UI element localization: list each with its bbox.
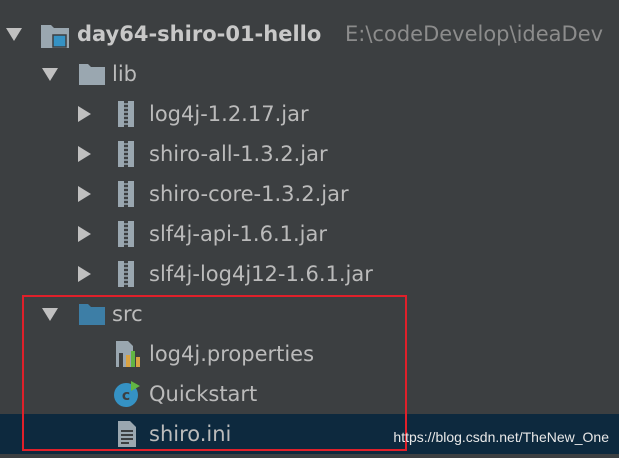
tree-row-project[interactable]: day64-shiro-01-hello E:\codeDevelop\idea… xyxy=(0,14,619,54)
collapse-arrow-icon[interactable] xyxy=(78,186,91,202)
project-tree: day64-shiro-01-hello E:\codeDevelop\idea… xyxy=(0,0,619,458)
tree-row-jar[interactable]: shiro-core-1.3.2.jar xyxy=(0,174,619,214)
tree-item-label: log4j.properties xyxy=(149,342,315,366)
jar-archive-icon xyxy=(117,260,135,292)
tree-row-folder-src[interactable]: src xyxy=(0,294,619,334)
svg-text:c: c xyxy=(122,388,130,404)
collapse-arrow-icon[interactable] xyxy=(78,226,91,242)
tree-item-label: src xyxy=(112,302,143,326)
tree-item-label: shiro-core-1.3.2.jar xyxy=(149,182,349,206)
source-folder-icon xyxy=(78,302,106,330)
expand-arrow-icon[interactable] xyxy=(42,308,58,321)
module-folder-icon xyxy=(40,21,70,53)
project-name: day64-shiro-01-hello xyxy=(77,22,322,46)
tree-row-jar[interactable]: shiro-all-1.3.2.jar xyxy=(0,134,619,174)
collapse-arrow-icon[interactable] xyxy=(78,106,91,122)
tree-row-folder-lib[interactable]: lib xyxy=(0,54,619,94)
tree-row-file[interactable]: log4j.properties xyxy=(0,334,619,374)
text-file-icon xyxy=(116,420,138,452)
tree-row-jar[interactable]: slf4j-log4j12-1.6.1.jar xyxy=(0,254,619,294)
tree-item-label: lib xyxy=(112,62,137,86)
jar-archive-icon xyxy=(117,180,135,212)
tree-item-label: shiro-all-1.3.2.jar xyxy=(149,142,328,166)
tree-row-jar[interactable]: log4j-1.2.17.jar xyxy=(0,94,619,134)
tree-item-label: slf4j-log4j12-1.6.1.jar xyxy=(149,262,373,286)
tree-item-label: shiro.ini xyxy=(149,422,232,446)
jar-archive-icon xyxy=(117,220,135,252)
jar-archive-icon xyxy=(117,100,135,132)
collapse-arrow-icon[interactable] xyxy=(78,146,91,162)
java-class-icon: c xyxy=(112,379,142,413)
tree-item-label: Quickstart xyxy=(149,382,258,406)
expand-arrow-icon[interactable] xyxy=(42,68,58,81)
expand-arrow-icon[interactable] xyxy=(6,28,22,41)
project-path: E:\codeDevelop\ideaDev xyxy=(345,22,604,46)
folder-icon xyxy=(78,62,106,90)
watermark: https://blog.csdn.net/TheNew_One xyxy=(393,429,609,445)
tree-row-jar[interactable]: slf4j-api-1.6.1.jar xyxy=(0,214,619,254)
properties-file-icon xyxy=(114,339,142,373)
jar-archive-icon xyxy=(117,140,135,172)
tree-item-label: slf4j-api-1.6.1.jar xyxy=(149,222,327,246)
collapse-arrow-icon[interactable] xyxy=(78,266,91,282)
tree-row-class[interactable]: c Quickstart xyxy=(0,374,619,414)
tree-item-label: log4j-1.2.17.jar xyxy=(149,102,309,126)
